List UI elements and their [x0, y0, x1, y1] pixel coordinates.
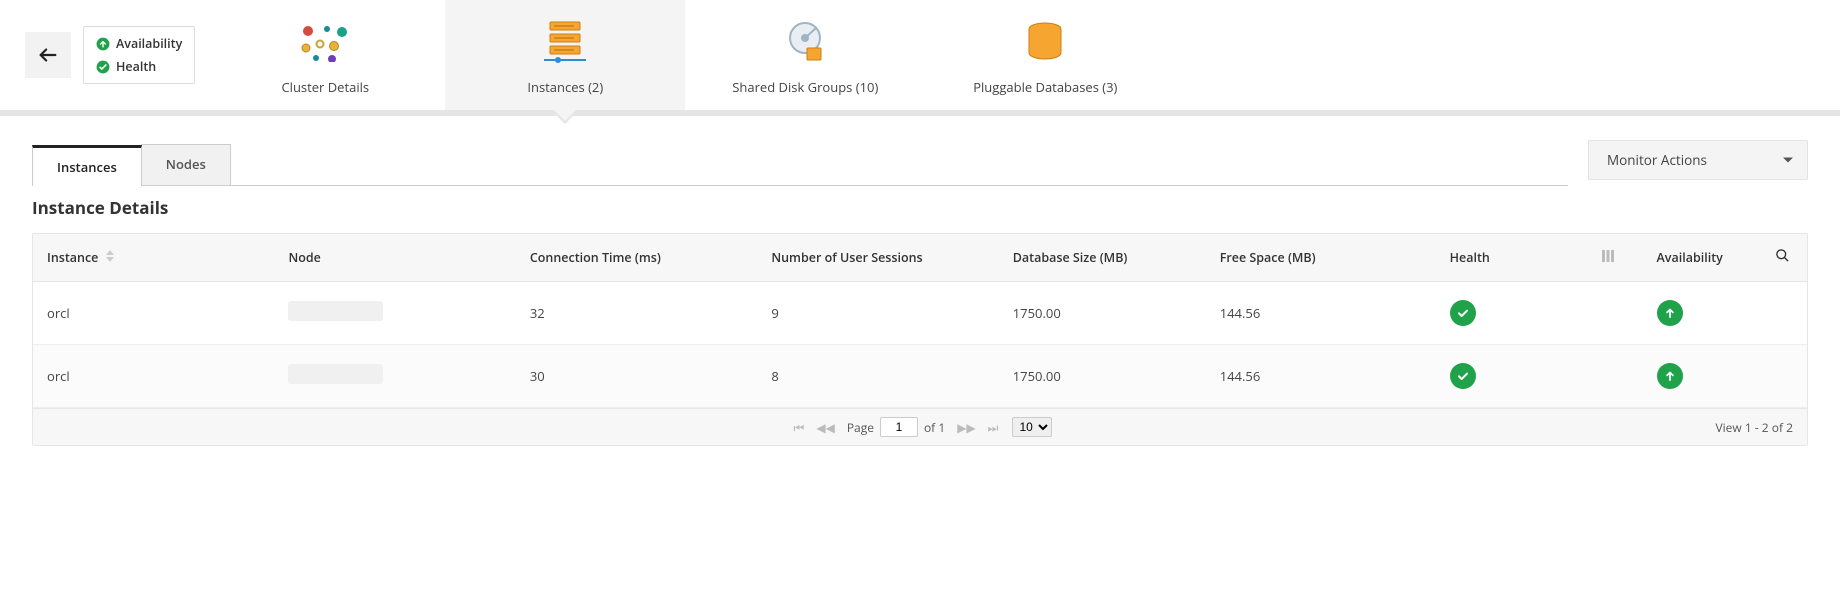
cell-free-space: 144.56 [1206, 345, 1436, 408]
pager-last-button[interactable]: ⏭ [982, 419, 1005, 436]
cell-db-size: 1750.00 [999, 345, 1206, 408]
nav-pluggable-databases[interactable]: Pluggable Databases (3) [925, 0, 1165, 110]
pager-size-select[interactable]: 10 [1012, 417, 1052, 437]
arrow-up-circle-icon [96, 37, 110, 51]
pager-prev-button[interactable]: ◀◀ [810, 419, 840, 436]
col-search[interactable] [1758, 234, 1807, 282]
search-icon [1775, 248, 1790, 263]
table-header-row: Instance Node Connection Time (ms) Numbe… [33, 234, 1807, 282]
pager-summary: View 1 - 2 of 2 [1715, 419, 1793, 436]
cell-connection-time: 32 [516, 282, 757, 345]
cell-availability [1643, 345, 1758, 408]
col-db-size[interactable]: Database Size (MB) [999, 234, 1206, 282]
nav-cluster-details[interactable]: Cluster Details [205, 0, 445, 110]
back-area: Availability Health [0, 0, 205, 110]
top-nav: Availability Health Cluster Details [0, 0, 1840, 116]
col-user-sessions[interactable]: Number of User Sessions [757, 234, 998, 282]
cell-user-sessions: 9 [757, 282, 998, 345]
col-instance[interactable]: Instance [33, 234, 274, 282]
tab-nodes[interactable]: Nodes [141, 144, 231, 185]
cell-db-size: 1750.00 [999, 282, 1206, 345]
back-button[interactable] [25, 32, 71, 78]
pager-of-label: of 1 [924, 419, 945, 436]
table-row[interactable]: orcl 30 8 1750.00 144.56 [33, 345, 1807, 408]
cell-instance: orcl [33, 282, 274, 345]
availability-up-icon [1657, 300, 1683, 326]
cell-free-space: 144.56 [1206, 282, 1436, 345]
node-chip [288, 301, 383, 321]
col-availability[interactable]: Availability [1643, 234, 1758, 282]
health-ok-icon [1450, 363, 1476, 389]
pager-page-input[interactable] [880, 417, 918, 437]
pager-next-button[interactable]: ▶▶ [951, 419, 981, 436]
section-title: Instance Details [0, 186, 1840, 233]
status-health-label: Health [116, 58, 156, 75]
monitor-actions-label: Monitor Actions [1607, 151, 1707, 169]
cell-node [274, 345, 515, 408]
col-health[interactable]: Health [1436, 234, 1574, 282]
instance-table: Instance Node Connection Time (ms) Numbe… [32, 233, 1808, 446]
instances-icon [540, 20, 590, 64]
nav-pluggable-databases-label: Pluggable Databases (3) [935, 78, 1155, 96]
disk-icon [783, 20, 827, 64]
columns-icon[interactable] [1602, 250, 1614, 262]
nav-pointer-icon [551, 110, 579, 124]
col-instance-label: Instance [47, 249, 98, 266]
monitor-actions-dropdown[interactable]: Monitor Actions [1588, 140, 1808, 180]
cluster-icon [298, 22, 352, 62]
nav-instances-label: Instances (2) [455, 78, 675, 96]
col-health-gap [1574, 234, 1643, 282]
status-health: Health [96, 58, 182, 75]
nav-instances[interactable]: Instances (2) [445, 0, 685, 110]
col-free-space[interactable]: Free Space (MB) [1206, 234, 1436, 282]
availability-up-icon [1657, 363, 1683, 389]
cell-user-sessions: 8 [757, 345, 998, 408]
tab-instances[interactable]: Instances [32, 145, 142, 186]
database-icon [1025, 21, 1065, 63]
sort-icon [106, 250, 114, 265]
pager-first-button[interactable]: ⏮ [788, 419, 811, 436]
cell-connection-time: 30 [516, 345, 757, 408]
nav-shared-disk-groups-label: Shared Disk Groups (10) [695, 78, 915, 96]
tabs: Instances Nodes [32, 144, 1568, 186]
status-availability: Availability [96, 35, 182, 52]
node-chip [288, 364, 383, 384]
cell-health [1436, 345, 1574, 408]
pager-page-label: Page [847, 419, 874, 436]
cell-node [274, 282, 515, 345]
status-availability-label: Availability [116, 35, 182, 52]
table-row[interactable]: orcl 32 9 1750.00 144.56 [33, 282, 1807, 345]
cell-health [1436, 282, 1574, 345]
status-legend: Availability Health [83, 26, 195, 84]
nav-cluster-details-label: Cluster Details [215, 78, 435, 96]
subheader: Instances Nodes Monitor Actions [0, 116, 1840, 186]
col-connection-time[interactable]: Connection Time (ms) [516, 234, 757, 282]
nav-shared-disk-groups[interactable]: Shared Disk Groups (10) [685, 0, 925, 110]
check-circle-icon [96, 60, 110, 74]
pager: ⏮ ◀◀ Page of 1 ▶▶ ⏭ 10 View 1 - 2 of 2 [33, 408, 1807, 445]
col-node[interactable]: Node [274, 234, 515, 282]
cell-instance: orcl [33, 345, 274, 408]
health-ok-icon [1450, 300, 1476, 326]
cell-availability [1643, 282, 1758, 345]
arrow-left-icon [37, 44, 59, 66]
